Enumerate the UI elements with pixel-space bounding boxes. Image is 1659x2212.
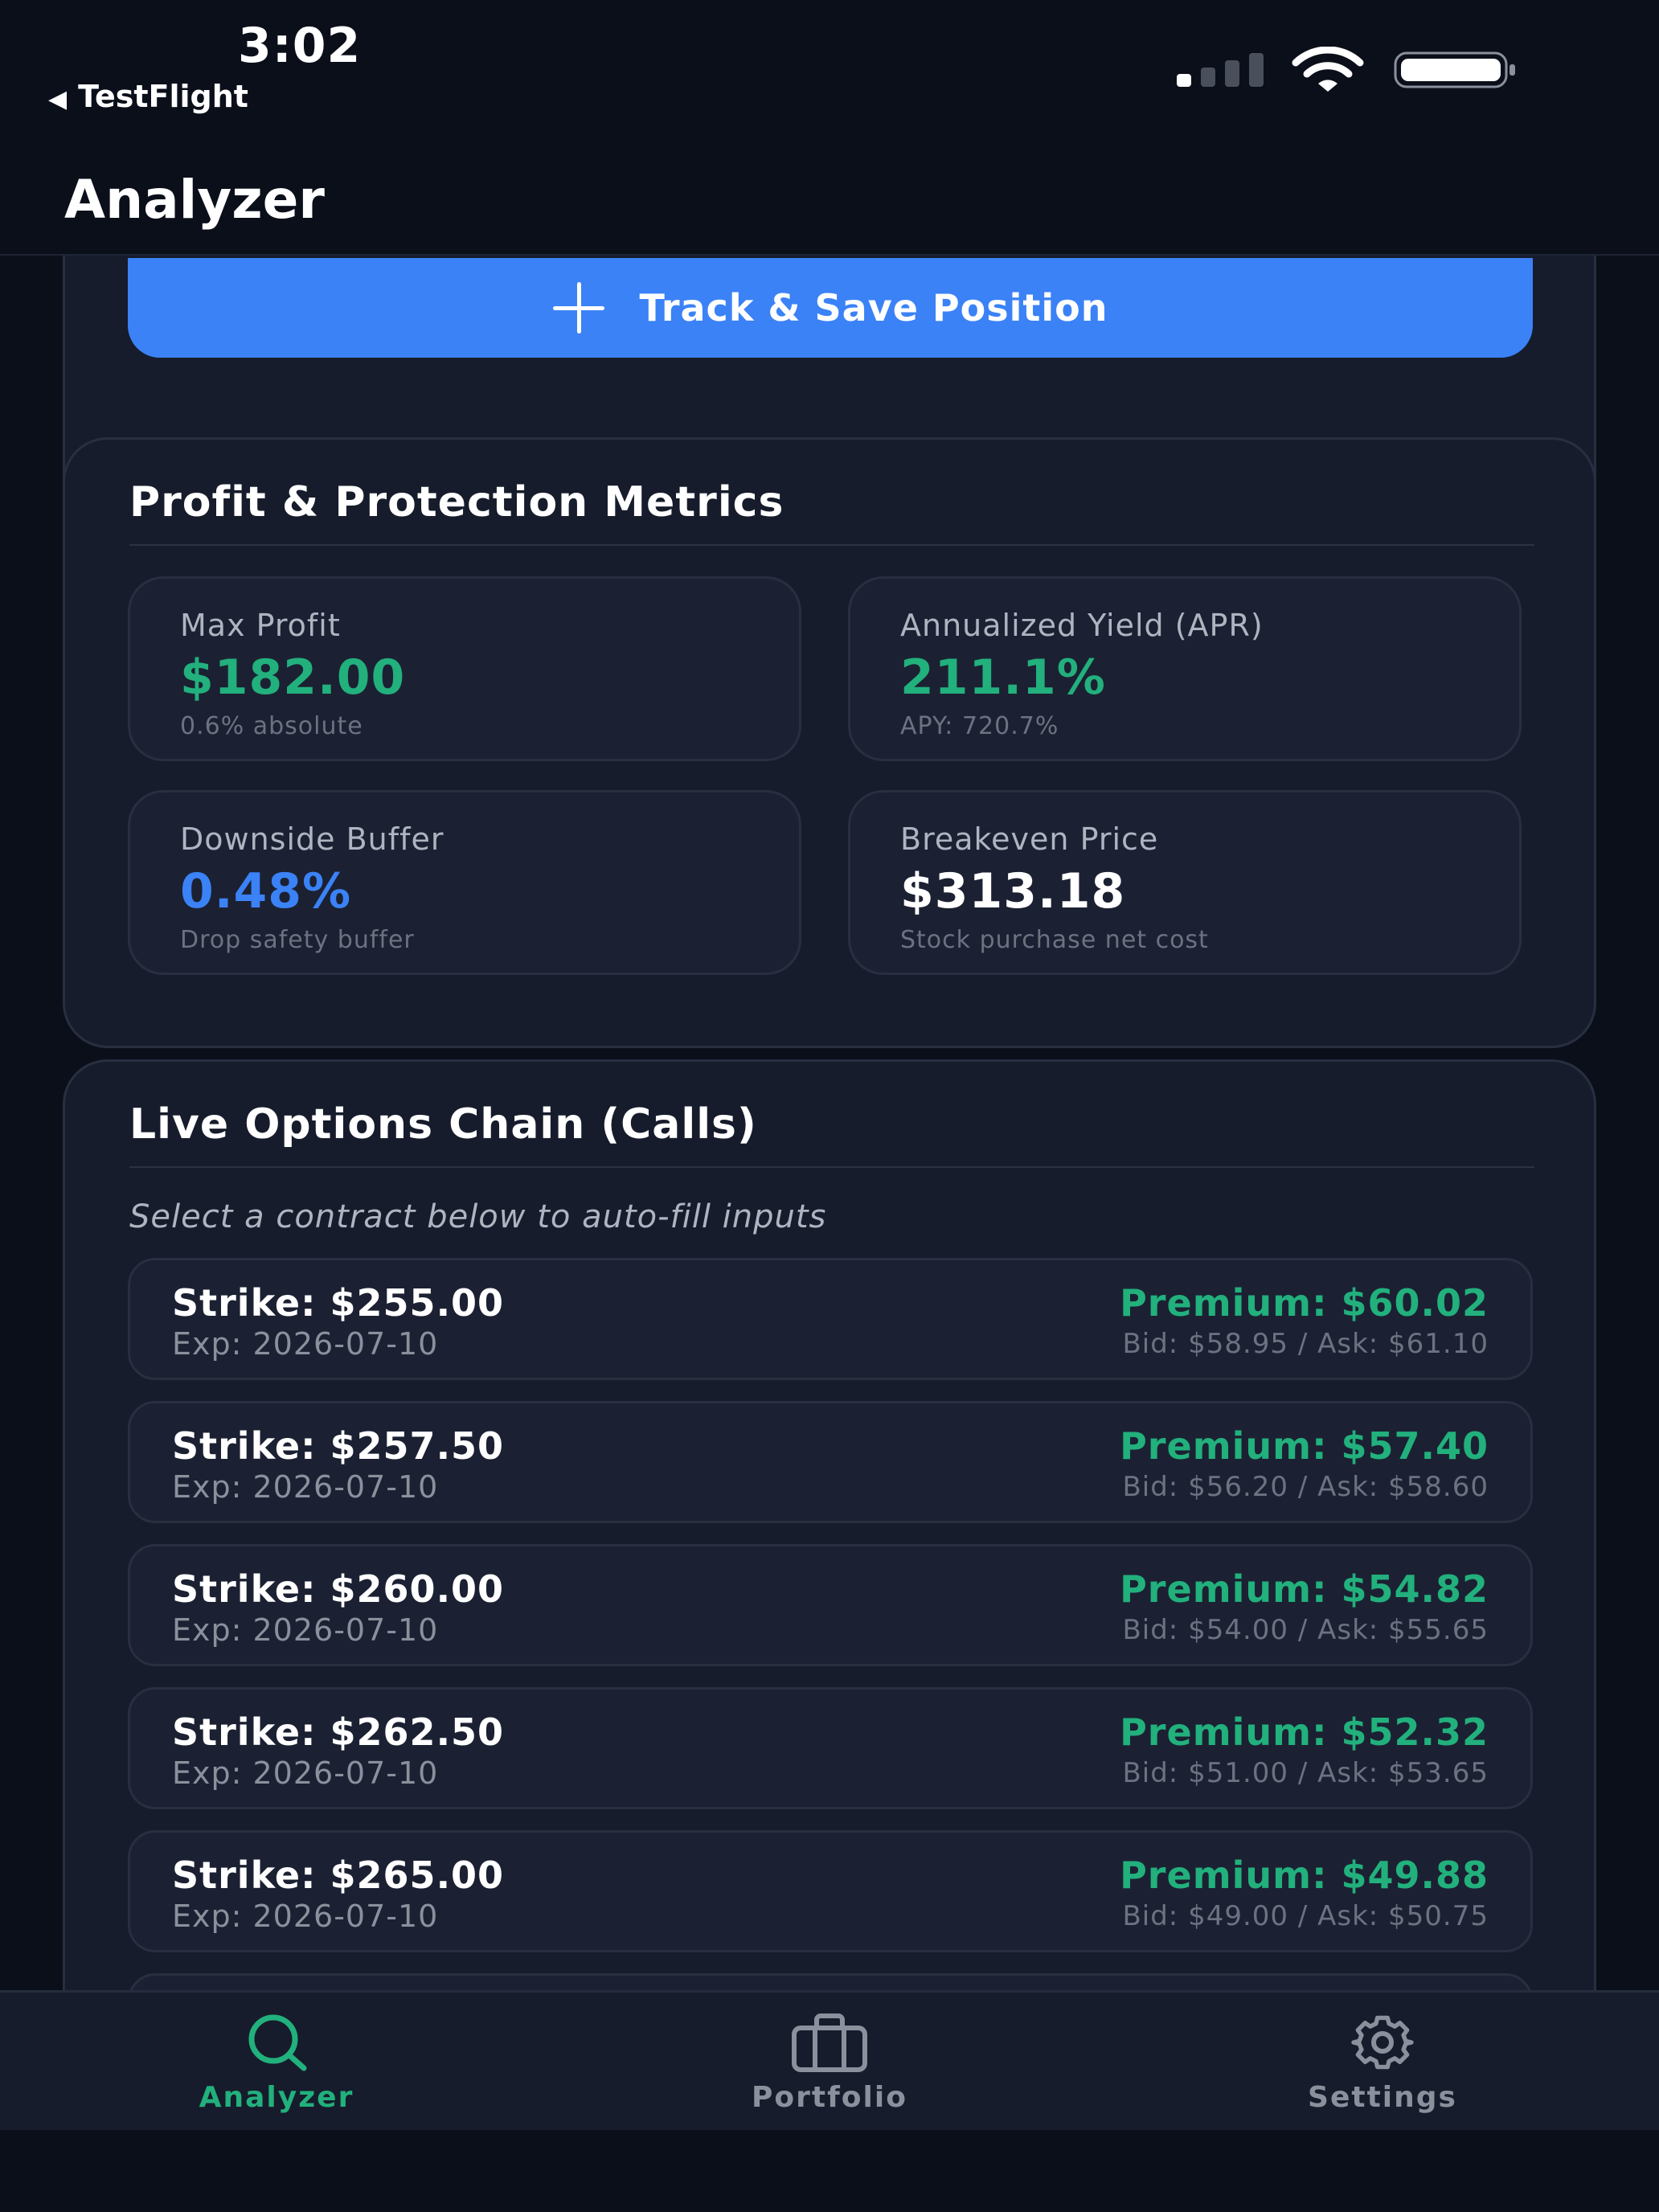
divider [129,1166,1534,1168]
premium-value: Premium: $57.40 [1120,1424,1489,1468]
premium-value: Premium: $49.88 [1120,1854,1489,1897]
tab-analyzer[interactable]: Analyzer [0,1993,553,2132]
status-bar: 3:02 ◀ TestFlight [0,0,1659,129]
status-time: 3:02 [238,18,362,74]
signal-icon [1177,53,1265,87]
expiration-date: Exp: 2026-07-10 [172,1899,439,1934]
metrics-card: Profit & Protection Metrics Max Profit $… [63,437,1596,1048]
option-contract-row[interactable]: Strike: $265.00 Exp: 2026-07-10 Premium:… [128,1830,1533,1952]
option-contract-row[interactable]: Strike: $255.00 Exp: 2026-07-10 Premium:… [128,1258,1533,1380]
bid-ask: Bid: $54.00 / Ask: $55.65 [1122,1614,1489,1646]
gear-icon [1351,2015,1414,2070]
expiration-date: Exp: 2026-07-10 [172,1755,439,1791]
premium-value: Premium: $54.82 [1120,1567,1489,1611]
metric-value: $182.00 [180,649,406,706]
option-contract-row-partial[interactable] [128,1973,1533,1990]
option-contract-row[interactable]: Strike: $260.00 Exp: 2026-07-10 Premium:… [128,1544,1533,1666]
metric-label: Max Profit [180,608,341,643]
strike-price: Strike: $262.50 [172,1710,505,1754]
metric-label: Downside Buffer [180,821,444,857]
metric-max-profit: Max Profit $182.00 0.6% absolute [128,576,801,761]
track-save-label: Track & Save Position [639,286,1108,330]
metric-value: $313.18 [900,863,1126,920]
metric-value: 211.1% [900,649,1106,706]
metrics-title: Profit & Protection Metrics [129,478,784,526]
strike-price: Strike: $265.00 [172,1854,505,1897]
metric-subtext: Stock purchase net cost [900,926,1209,954]
bid-ask: Bid: $51.00 / Ask: $53.65 [1122,1757,1489,1789]
wifi-icon [1292,47,1364,92]
bid-ask: Bid: $49.00 / Ask: $50.75 [1122,1900,1489,1932]
metric-label: Breakeven Price [900,821,1159,857]
expiration-date: Exp: 2026-07-10 [172,1469,439,1505]
page-title: Analyzer [64,169,325,231]
tab-label: Analyzer [199,2081,354,2114]
options-chain-card: Live Options Chain (Calls) Select a cont… [63,1059,1596,1990]
metric-label: Annualized Yield (APR) [900,608,1264,643]
briefcase-icon [792,2013,867,2072]
scroll-content[interactable]: Track & Save Position Profit & Protectio… [0,256,1659,1990]
strike-price: Strike: $255.00 [172,1281,505,1325]
premium-value: Premium: $60.02 [1120,1281,1489,1325]
bid-ask: Bid: $58.95 / Ask: $61.10 [1122,1328,1489,1360]
strike-price: Strike: $260.00 [172,1567,505,1611]
bid-ask: Bid: $56.20 / Ask: $58.60 [1122,1471,1489,1503]
back-to-testflight-link[interactable]: ◀ TestFlight [48,79,248,114]
plus-icon [552,282,604,334]
home-indicator-area [0,2130,1659,2212]
battery-icon [1394,51,1515,88]
premium-value: Premium: $52.32 [1120,1710,1489,1754]
options-chain-hint: Select a contract below to auto-fill inp… [129,1198,827,1235]
app-screen: 3:02 ◀ TestFlight Analyzer Track & Save … [0,0,1659,2212]
tab-settings[interactable]: Settings [1106,1993,1659,2132]
divider [129,544,1534,546]
tab-bar: Analyzer Portfolio Settings [0,1990,1659,2130]
metric-downside-buffer: Downside Buffer 0.48% Drop safety buffer [128,790,801,975]
metric-value: 0.48% [180,863,352,920]
expiration-date: Exp: 2026-07-10 [172,1326,439,1362]
metric-breakeven-price: Breakeven Price $313.18 Stock purchase n… [848,790,1522,975]
tab-label: Settings [1308,2081,1457,2114]
option-contract-row[interactable]: Strike: $257.50 Exp: 2026-07-10 Premium:… [128,1401,1533,1523]
nav-header: Analyzer [0,129,1659,256]
back-triangle-icon: ◀ [48,85,68,113]
metric-subtext: 0.6% absolute [180,712,363,740]
metric-annualized-yield: Annualized Yield (APR) 211.1% APY: 720.7… [848,576,1522,761]
expiration-date: Exp: 2026-07-10 [172,1612,439,1648]
tab-label: Portfolio [752,2081,907,2114]
back-label: TestFlight [78,79,248,114]
options-chain-title: Live Options Chain (Calls) [129,1100,757,1149]
strike-price: Strike: $257.50 [172,1424,505,1468]
track-save-position-button[interactable]: Track & Save Position [128,258,1533,358]
option-contract-row[interactable]: Strike: $262.50 Exp: 2026-07-10 Premium:… [128,1687,1533,1809]
metric-subtext: Drop safety buffer [180,926,415,954]
search-icon [248,2014,307,2071]
tab-portfolio[interactable]: Portfolio [553,1993,1106,2132]
metric-subtext: APY: 720.7% [900,712,1059,740]
